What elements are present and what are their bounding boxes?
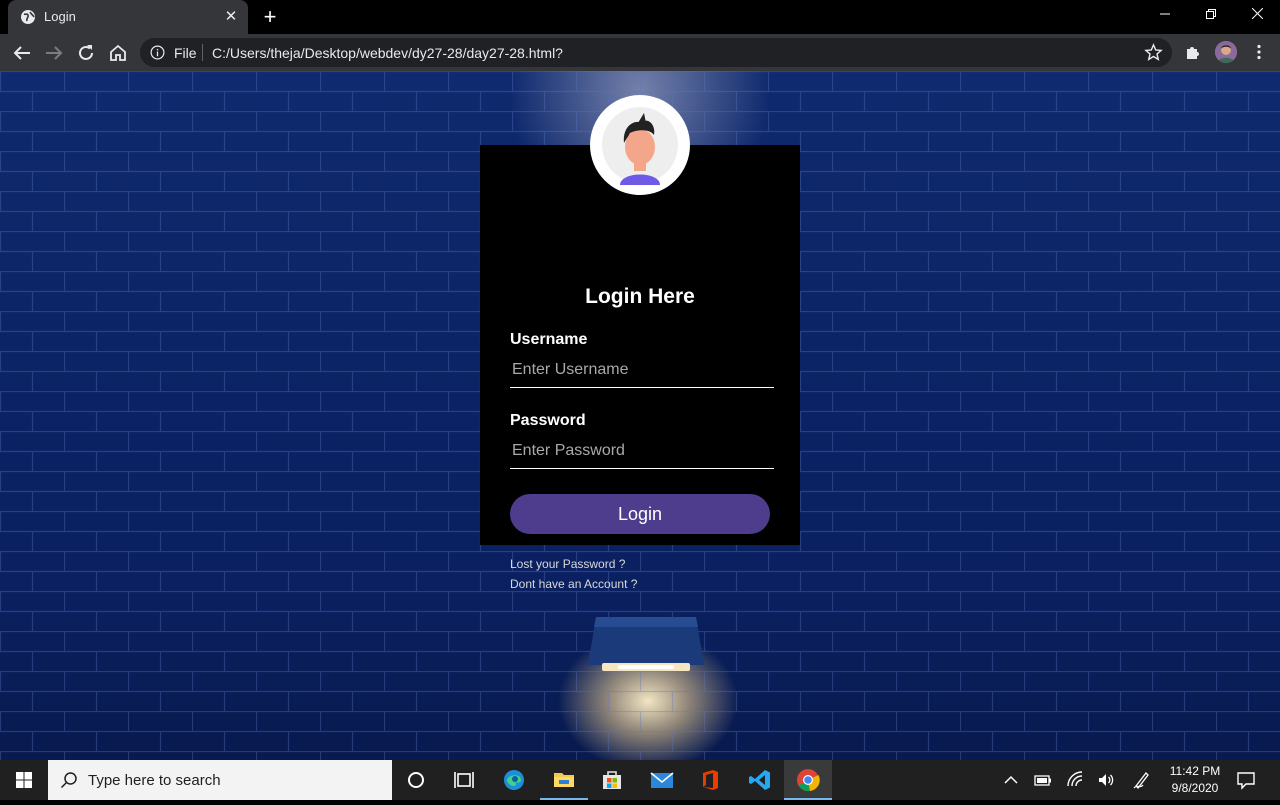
wifi-icon[interactable]	[1066, 770, 1086, 790]
edge-browser-icon	[504, 770, 524, 790]
vscode-logo-icon	[749, 770, 770, 790]
browser-tab[interactable]: Login ✕	[8, 0, 248, 34]
volume-icon[interactable]	[1096, 770, 1116, 790]
cortana-button[interactable]	[392, 760, 440, 800]
address-separator	[202, 44, 203, 61]
search-icon	[60, 772, 77, 789]
bookmark-star-icon[interactable]	[1144, 43, 1163, 62]
profile-photo-icon	[1215, 41, 1237, 63]
office-button[interactable]	[686, 760, 734, 800]
clock-time: 11:42 PM	[1169, 764, 1221, 778]
browser-toolbar: File C:/Users/theja/Desktop/webdev/dy27-…	[0, 34, 1280, 71]
start-button[interactable]	[0, 760, 48, 800]
create-account-link[interactable]: Dont have an Account ?	[510, 577, 637, 591]
url-text[interactable]: C:/Users/theja/Desktop/webdev/dy27-28/da…	[212, 45, 563, 61]
username-input[interactable]	[510, 352, 774, 388]
chrome-taskbar-button[interactable]	[784, 760, 832, 800]
home-icon[interactable]	[106, 41, 130, 65]
folder-icon	[554, 773, 574, 787]
battery-icon[interactable]	[1033, 770, 1053, 790]
forward-icon[interactable]	[42, 41, 66, 65]
close-tab-icon[interactable]: ✕	[222, 8, 240, 26]
username-label: Username	[510, 331, 588, 348]
wall-lamp	[588, 617, 704, 671]
tab-strip: Login ✕ +	[0, 0, 1280, 34]
login-heading: Login Here	[585, 285, 695, 308]
address-bar[interactable]: File C:/Users/theja/Desktop/webdev/dy27-…	[140, 38, 1172, 67]
store-button[interactable]	[588, 760, 636, 800]
close-window-icon	[1251, 7, 1263, 20]
info-icon[interactable]	[150, 45, 165, 60]
reload-icon[interactable]	[74, 41, 98, 65]
lost-password-link[interactable]: Lost your Password ?	[510, 557, 625, 571]
file-explorer-button[interactable]	[540, 760, 588, 800]
restore-icon	[1206, 9, 1216, 19]
cortana-circle-icon	[408, 772, 424, 788]
taskbar-search-box[interactable]: Type here to search	[48, 760, 392, 800]
user-avatar-icon	[602, 107, 678, 185]
password-label: Password	[510, 412, 586, 429]
taskbar-clock[interactable]: 11:42 PM 9/8/2020	[1160, 763, 1230, 797]
close-window-button[interactable]	[1234, 0, 1280, 30]
back-icon[interactable]	[10, 41, 34, 65]
chrome-logo-icon	[797, 769, 820, 792]
login-button[interactable]: Login	[510, 494, 770, 534]
vscode-button[interactable]	[736, 760, 784, 800]
minimize-icon	[1160, 13, 1170, 15]
minimize-button[interactable]	[1142, 0, 1188, 30]
globe-icon	[21, 10, 35, 24]
store-bag-icon	[603, 771, 621, 789]
user-avatar	[590, 95, 690, 195]
mail-envelope-icon	[650, 772, 674, 788]
pen-workspace-icon[interactable]	[1132, 770, 1152, 790]
tray-overflow-chevron-icon[interactable]	[1001, 770, 1021, 790]
task-view-button[interactable]	[440, 760, 488, 800]
password-input[interactable]	[510, 433, 774, 469]
new-tab-button[interactable]: +	[258, 6, 282, 28]
windows-logo-icon	[16, 772, 32, 788]
tab-title: Login	[44, 9, 76, 24]
more-menu-icon[interactable]	[1250, 43, 1268, 61]
restore-button[interactable]	[1188, 0, 1234, 30]
taskbar: Type here to search 11:42 PM 9/8/2020	[0, 760, 1280, 800]
edge-taskbar-button[interactable]	[490, 760, 538, 800]
clock-date: 9/8/2020	[1171, 781, 1219, 795]
office-logo-icon	[703, 770, 718, 790]
task-view-icon	[454, 772, 474, 788]
action-center-icon[interactable]	[1236, 770, 1256, 790]
search-placeholder: Type here to search	[88, 772, 221, 789]
extensions-puzzle-icon[interactable]	[1184, 43, 1202, 61]
file-scheme-label: File	[174, 45, 197, 61]
mail-button[interactable]	[638, 760, 686, 800]
profile-avatar[interactable]	[1215, 41, 1237, 63]
